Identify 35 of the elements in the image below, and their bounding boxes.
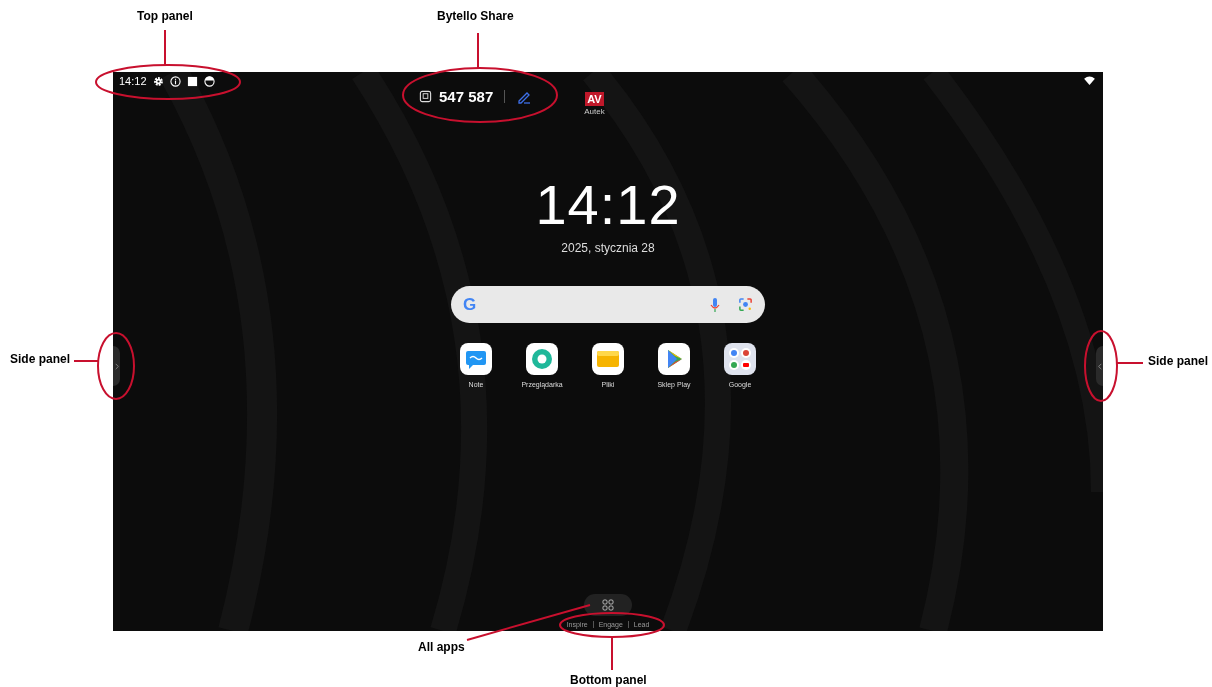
annotation-label: Side panel — [1148, 354, 1209, 368]
leader-line — [1116, 362, 1144, 364]
side-panel-handle[interactable] — [1096, 346, 1103, 386]
grid-icon — [602, 599, 614, 611]
wifi-icon — [1084, 76, 1095, 85]
google-logo: G — [463, 294, 477, 315]
all-apps-button[interactable] — [584, 594, 632, 616]
clock-date: 2025, stycznia 28 — [561, 241, 655, 255]
half-circle-icon[interactable] — [203, 75, 215, 87]
clock-time: 14:12 — [535, 177, 681, 233]
leader-line — [73, 360, 99, 362]
share-code: 547 587 — [439, 88, 494, 105]
leader-line — [611, 636, 613, 671]
annotation-label: Side panel — [10, 352, 71, 366]
camera-search-icon[interactable] — [738, 297, 753, 312]
folder-app-icon[interactable] — [592, 343, 624, 375]
leader-line — [164, 29, 166, 66]
status-time: 14:12 — [119, 75, 147, 87]
annotation-label: Bytello Share — [437, 9, 514, 23]
share-code-pill[interactable]: 547 587 — [413, 86, 539, 107]
settings-icon[interactable] — [152, 75, 164, 87]
browser-app-icon[interactable] — [526, 343, 558, 375]
app-folder-icon[interactable] — [724, 343, 756, 375]
annotation-label: All apps — [418, 640, 465, 654]
annotation-label: Bottom panel — [570, 673, 647, 687]
microphone-icon[interactable] — [710, 296, 720, 313]
callout-ellipse — [1084, 330, 1118, 402]
square-icon[interactable] — [186, 75, 198, 87]
callout-ellipse — [97, 332, 135, 400]
leader-line — [477, 32, 479, 69]
note-app-icon[interactable] — [460, 343, 492, 375]
side-panel-handle[interactable] — [113, 346, 120, 386]
annotation-label: Top panel — [137, 9, 193, 23]
brand-logo: AV Autek — [584, 92, 605, 117]
info-icon[interactable] — [169, 75, 181, 87]
